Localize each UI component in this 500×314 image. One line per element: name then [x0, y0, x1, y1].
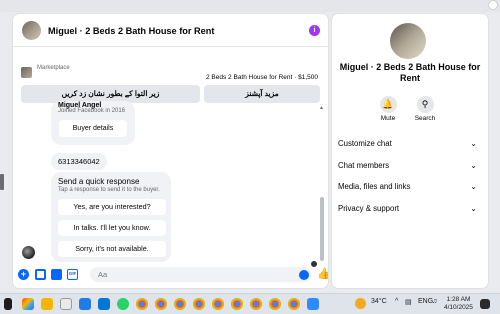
search-icon[interactable]: ⚲	[416, 96, 434, 113]
chevron-up-icon[interactable]: ^	[395, 298, 398, 305]
more-options-button[interactable]: مزید آپشنز	[204, 85, 320, 103]
conversation-avatar[interactable]	[390, 23, 426, 59]
chrome-icon[interactable]	[155, 298, 167, 310]
system-clock[interactable]: 1:28 AM 4/10/2025	[444, 296, 473, 312]
browser-top-strip	[0, 0, 500, 12]
media-files-row[interactable]: Media, files and links ⌄	[338, 179, 481, 195]
thumbs-up-icon[interactable]: 👍	[317, 267, 328, 280]
customize-chat-row[interactable]: Customize chat ⌄	[338, 136, 481, 152]
mute-action[interactable]: 🔔 Mute	[373, 96, 403, 122]
whatsapp-icon[interactable]	[117, 298, 129, 310]
scroll-up-arrow-icon[interactable]: ▲	[319, 105, 324, 111]
temperature[interactable]: 34°C	[371, 298, 387, 305]
chat-title[interactable]: Miguel · 2 Beds 2 Bath House for Rent	[48, 26, 214, 36]
file-explorer-icon[interactable]	[41, 298, 53, 310]
chrome-icon[interactable]	[193, 298, 205, 310]
message-input[interactable]	[90, 267, 311, 282]
left-edge-handle[interactable]	[0, 174, 4, 190]
chrome-icon[interactable]	[250, 298, 262, 310]
notification-icon[interactable]	[480, 299, 490, 309]
customize-chat-label: Customize chat	[338, 139, 392, 148]
mute-label: Mute	[380, 115, 396, 122]
windows-taskbar: 34°C ^ ▤ ENG ♫ 1:28 AM 4/10/2025	[0, 293, 500, 314]
bell-icon[interactable]: 🔔	[379, 96, 397, 113]
chevron-down-icon: ⌄	[470, 204, 477, 213]
chat-window: Miguel · 2 Beds 2 Bath House for Rent i …	[13, 14, 328, 288]
search-label: Search	[414, 115, 436, 122]
chrome-icon[interactable]	[288, 298, 300, 310]
app-icon[interactable]	[307, 298, 319, 310]
media-files-label: Media, files and links	[338, 182, 411, 191]
buyer-profile-card: Miguel Angel Joined Facebook in 2016 Buy…	[51, 101, 135, 145]
message-scrollbar[interactable]: ▲	[319, 105, 325, 275]
message-list: Miguel Angel Joined Facebook in 2016 Buy…	[13, 101, 328, 275]
listing-thumbnail[interactable]	[21, 67, 32, 78]
conversation-title: Miguel · 2 Beds 2 Bath House for Rent	[339, 62, 481, 83]
scrollbar-thumb[interactable]	[320, 197, 324, 261]
plus-icon[interactable]: +	[18, 269, 29, 280]
search-action[interactable]: ⚲ Search	[410, 96, 440, 122]
weather-sun-icon[interactable]	[355, 298, 366, 309]
chrome-icon[interactable]	[136, 298, 148, 310]
phone-message: 6313346042	[51, 153, 107, 170]
marketplace-label: Marketplace	[37, 65, 70, 71]
chevron-down-icon: ⌄	[470, 161, 477, 170]
clock-time: 1:28 AM	[446, 296, 471, 303]
composer: + GIF 👍	[13, 262, 328, 288]
emoji-icon[interactable]	[299, 270, 309, 280]
chat-members-label: Chat members	[338, 161, 390, 170]
chrome-icon[interactable]	[231, 298, 243, 310]
chevron-down-icon: ⌄	[470, 139, 477, 148]
top-right-circle-icon[interactable]	[488, 0, 498, 10]
copilot-icon[interactable]	[22, 298, 34, 310]
clock-date: 4/10/2025	[444, 304, 473, 311]
quick-response-card: Send a quick response Tap a response to …	[51, 172, 171, 262]
network-icon[interactable]: ▤	[405, 298, 412, 306]
gif-icon[interactable]: GIF	[67, 269, 78, 280]
chrome-icon[interactable]	[269, 298, 281, 310]
outlook-icon[interactable]	[79, 298, 91, 310]
speaker-icon[interactable]: ♫	[432, 298, 437, 305]
store-icon[interactable]	[98, 298, 110, 310]
sender-avatar[interactable]	[22, 246, 35, 259]
info-icon[interactable]: i	[309, 25, 320, 36]
chevron-down-icon: ⌄	[470, 182, 477, 191]
quick-reply-not-available[interactable]: Sorry, it's not available.	[58, 241, 166, 257]
privacy-support-label: Privacy & support	[338, 204, 400, 213]
sticker-icon[interactable]	[51, 269, 62, 280]
quick-response-title: Send a quick response	[58, 177, 140, 186]
conversation-info-panel: Miguel · 2 Beds 2 Bath House for Rent 🔔 …	[332, 14, 488, 288]
marketplace-banner: Marketplace 2 Beds 2 Bath House for Rent…	[13, 50, 328, 106]
buyer-details-button[interactable]: Buyer details	[59, 120, 127, 137]
privacy-support-row[interactable]: Privacy & support ⌄	[338, 201, 481, 217]
language-indicator[interactable]: ENG	[418, 298, 433, 305]
app-icon[interactable]	[60, 298, 72, 310]
image-attach-icon[interactable]	[35, 269, 46, 280]
chrome-icon[interactable]	[174, 298, 186, 310]
joined-text: Joined Facebook in 2016	[58, 108, 126, 114]
quick-reply-interested[interactable]: Yes, are you interested?	[58, 199, 166, 215]
chat-header: Miguel · 2 Beds 2 Bath House for Rent i	[13, 14, 328, 47]
quick-reply-in-talks[interactable]: In talks. I'll let you know.	[58, 220, 166, 236]
listing-avatar[interactable]	[22, 21, 41, 40]
listing-title-price[interactable]: 2 Beds 2 Bath House for Rent · $1,500	[206, 74, 318, 81]
windows-start-icon[interactable]	[4, 298, 12, 310]
chat-members-row[interactable]: Chat members ⌄	[338, 158, 481, 174]
quick-response-subtitle: Tap a response to send it to the buyer.	[58, 187, 160, 193]
chrome-icon[interactable]	[212, 298, 224, 310]
